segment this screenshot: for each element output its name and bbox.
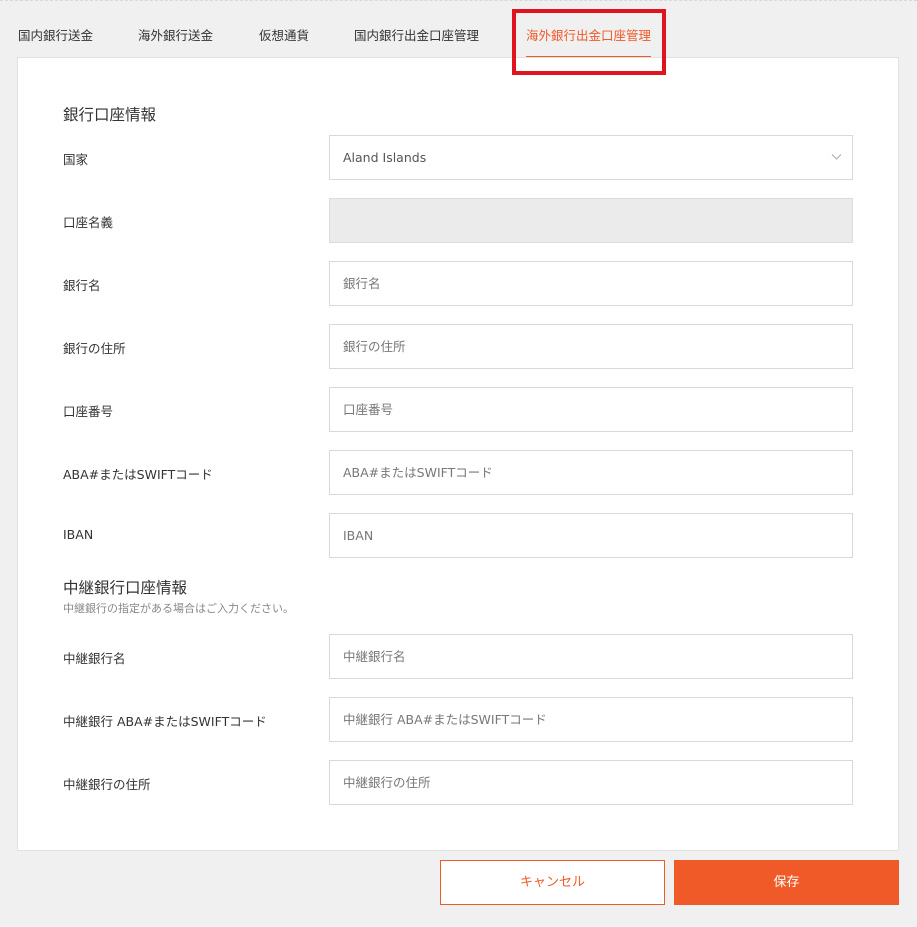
highlight-box <box>512 9 666 75</box>
country-label: 国家 <box>63 152 89 167</box>
intermediary-bank-name-label: 中継銀行名 <box>63 651 126 666</box>
account-number-input[interactable]: 口座番号 <box>329 387 853 432</box>
section-title-intermediary: 中継銀行口座情報 <box>63 579 188 597</box>
country-select[interactable]: Aland Islands <box>329 135 853 180</box>
tab-domestic-withdrawal-account[interactable]: 国内銀行出金口座管理 <box>354 25 479 44</box>
intermediary-swift-input[interactable]: 中継銀行 ABA#またはSWIFTコード <box>329 697 853 742</box>
chevron-down-icon <box>831 154 842 160</box>
account-number-label: 口座番号 <box>63 404 114 419</box>
account-holder-field <box>329 198 853 243</box>
bank-address-input[interactable]: 銀行の住所 <box>329 324 853 369</box>
iban-input[interactable]: IBAN <box>329 513 853 558</box>
bank-name-label: 銀行名 <box>63 278 101 293</box>
account-holder-label: 口座名義 <box>63 215 114 230</box>
bank-name-input[interactable]: 銀行名 <box>329 261 853 306</box>
tab-domestic-transfer[interactable]: 国内銀行送金 <box>18 25 93 44</box>
iban-label: IBAN <box>63 527 94 542</box>
tab-overseas-transfer[interactable]: 海外銀行送金 <box>138 25 213 44</box>
intermediary-bank-name-input[interactable]: 中継銀行名 <box>329 634 853 679</box>
country-select-value: Aland Islands <box>343 150 427 165</box>
intermediary-address-input[interactable]: 中継銀行の住所 <box>329 760 853 805</box>
bank-address-label: 銀行の住所 <box>63 341 126 356</box>
intermediary-address-label: 中継銀行の住所 <box>63 777 151 792</box>
swift-input[interactable]: ABA#またはSWIFTコード <box>329 450 853 495</box>
cancel-button[interactable]: キャンセル <box>440 860 665 905</box>
intermediary-swift-label: 中継銀行 ABA#またはSWIFTコード <box>63 714 267 729</box>
section-note-intermediary: 中継銀行の指定がある場合はご入力ください。 <box>63 602 294 615</box>
tab-crypto[interactable]: 仮想通貨 <box>259 25 309 44</box>
save-button[interactable]: 保存 <box>674 860 899 905</box>
swift-label: ABA#またはSWIFTコード <box>63 467 213 482</box>
section-title-bank-account: 銀行口座情報 <box>63 106 157 124</box>
tab-bar: 国内銀行送金 海外銀行送金 仮想通貨 国内銀行出金口座管理 海外銀行出金口座管理 <box>0 0 917 58</box>
